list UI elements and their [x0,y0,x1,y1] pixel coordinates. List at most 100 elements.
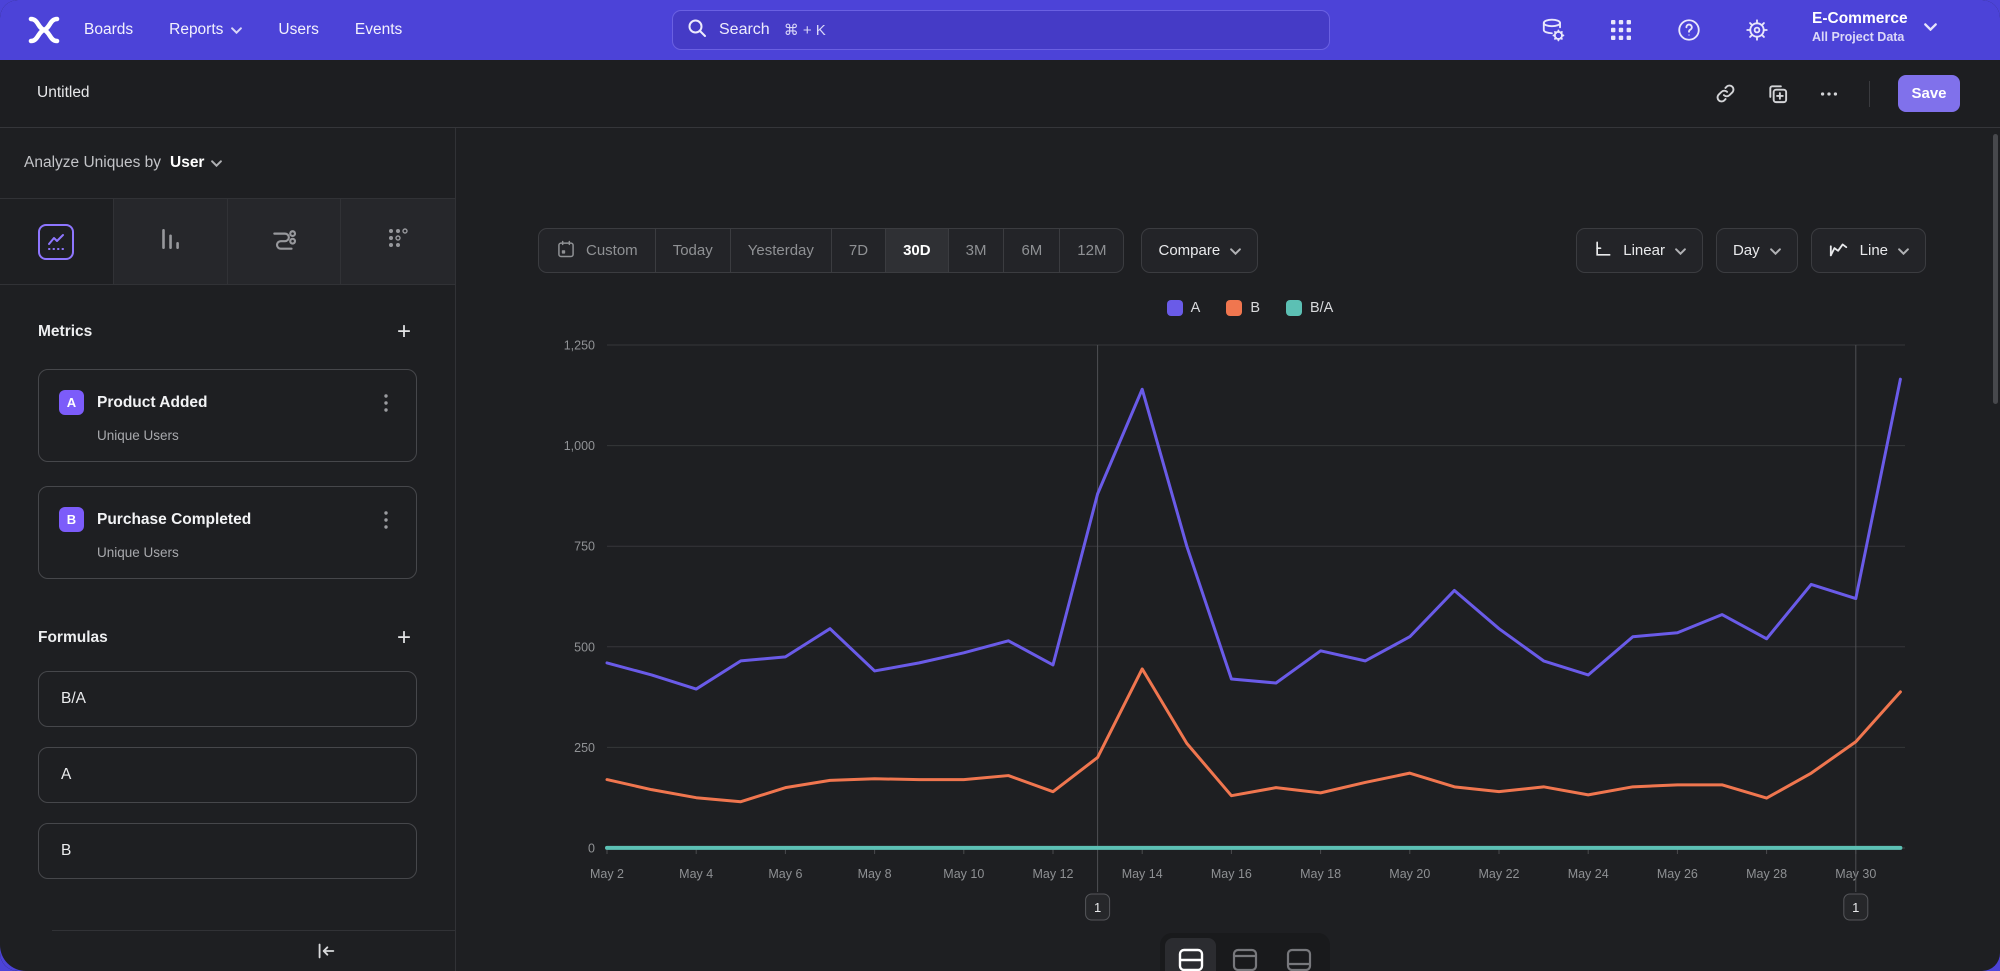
nav-item-users[interactable]: Users [278,21,318,39]
metric-card-b[interactable]: B Purchase Completed Unique Users [38,486,417,579]
metric-name: Product Added [97,394,378,412]
formulas-heading: Formulas [38,629,108,647]
compare-dropdown[interactable]: Compare [1141,228,1258,273]
search-icon [687,18,707,43]
range-label: 30D [903,242,931,259]
svg-text:0: 0 [588,842,595,856]
project-scope: All Project Data [1812,29,1908,45]
chevron-down-icon [231,21,242,39]
table-only-view-button[interactable] [1274,938,1325,971]
nav-icon-group [1540,0,1770,60]
chart-type-tabs [0,199,455,285]
formula-card-b[interactable]: B [38,823,417,879]
analyze-by-dropdown[interactable]: User [170,154,222,172]
line-chart-icon [1828,239,1850,263]
window-corner-mask [0,919,52,971]
help-icon[interactable] [1676,17,1702,43]
sidebar-body: Metrics + A Product Added Unique Users B… [0,285,455,879]
tab-insights-line[interactable] [0,199,114,284]
range-today[interactable]: Today [656,229,731,272]
svg-text:May 2: May 2 [590,867,624,881]
interval-dropdown[interactable]: Day [1716,228,1798,273]
svg-text:May 24: May 24 [1568,867,1609,881]
legend-item-b[interactable]: B [1226,300,1260,316]
line-chart[interactable]: 02505007501,0001,250May 2May 4May 6May 8… [540,340,1960,930]
project-switcher[interactable]: E-Commerce All Project Data [1812,9,1937,45]
range-yesterday[interactable]: Yesterday [731,229,832,272]
legend-label: B/A [1310,300,1333,316]
metric-measure[interactable]: Unique Users [97,545,396,560]
mixpanel-logo-icon[interactable] [28,15,60,45]
add-metric-button[interactable]: + [391,319,417,345]
nav-item-events[interactable]: Events [355,21,402,39]
query-sidebar: Analyze Uniques by User [0,128,456,971]
chart-type-label: Line [1860,242,1888,259]
range-7d[interactable]: 7D [832,229,886,272]
chart-only-view-button[interactable] [1219,938,1270,971]
svg-text:750: 750 [574,540,595,554]
range-label: 6M [1021,242,1042,259]
chevron-down-icon [1898,242,1909,259]
report-title-bar: Untitled Save [0,60,2000,128]
settings-gear-icon[interactable] [1744,17,1770,43]
chevron-down-icon [1770,242,1781,259]
range-6m[interactable]: 6M [1004,229,1060,272]
sidebar-footer [0,930,455,971]
calendar-icon [556,239,576,263]
flow-tab-icon [270,225,298,258]
search-input[interactable]: Search ⌘ + K [672,10,1330,50]
range-12m[interactable]: 12M [1060,229,1123,272]
formula-card-a[interactable]: A [38,747,417,803]
formula-name: B/A [61,690,86,708]
legend-label: B [1250,300,1260,316]
tab-retention[interactable] [341,199,455,284]
range-3m[interactable]: 3M [949,229,1005,272]
copy-link-icon[interactable] [1713,82,1737,106]
scrollbar-thumb[interactable] [1993,134,1998,404]
chart-type-dropdown[interactable]: Line [1811,228,1926,273]
range-label: 12M [1077,242,1106,259]
apps-grid-icon[interactable] [1608,17,1634,43]
scale-dropdown[interactable]: Linear [1576,228,1703,273]
range-label: Yesterday [748,242,814,259]
range-30d-active[interactable]: 30D [886,229,949,272]
duplicate-icon[interactable] [1765,82,1789,106]
svg-text:1,250: 1,250 [564,340,595,353]
formula-card-ba[interactable]: B/A [38,671,417,727]
metric-measure[interactable]: Unique Users [97,428,396,443]
range-custom[interactable]: Custom [539,229,656,272]
metric-card-a[interactable]: A Product Added Unique Users [38,369,417,462]
svg-text:May 4: May 4 [679,867,713,881]
nav-item-reports[interactable]: Reports [169,21,242,39]
line-chart-tab-icon [38,224,74,260]
compare-label: Compare [1158,242,1220,259]
project-name: E-Commerce [1812,9,1908,29]
kebab-menu-icon[interactable] [378,510,396,530]
tab-bar-chart[interactable] [114,199,228,284]
top-navbar: Boards Reports Users Events Search ⌘ + K [0,0,2000,60]
legend-item-ba[interactable]: B/A [1286,300,1333,316]
formula-name: A [61,766,71,784]
add-formula-button[interactable]: + [391,625,417,651]
chart-svg[interactable]: 02505007501,0001,250May 2May 4May 6May 8… [540,340,1960,930]
svg-text:May 26: May 26 [1657,867,1698,881]
title-actions: Save [1713,75,1960,112]
search-shortcut: ⌘ + K [784,21,826,39]
svg-text:May 14: May 14 [1122,867,1163,881]
save-button[interactable]: Save [1898,75,1960,112]
data-management-icon[interactable] [1540,17,1566,43]
view-layout-toggle [1160,933,1330,971]
date-range-segmented-control: Custom Today Yesterday 7D 30D 3M 6M 12M [538,228,1124,273]
tab-flow[interactable] [228,199,342,284]
legend-label: A [1191,300,1201,316]
analyze-by-row: Analyze Uniques by User [0,128,455,199]
svg-text:May 16: May 16 [1211,867,1252,881]
app-window: Boards Reports Users Events Search ⌘ + K [0,0,2000,971]
legend-item-a[interactable]: A [1167,300,1201,316]
nav-item-boards[interactable]: Boards [84,21,133,39]
collapse-sidebar-icon[interactable] [315,940,337,967]
kebab-menu-icon[interactable] [378,393,396,413]
formula-name: B [61,842,71,860]
split-view-button[interactable] [1165,938,1216,971]
more-options-icon[interactable] [1817,82,1841,106]
